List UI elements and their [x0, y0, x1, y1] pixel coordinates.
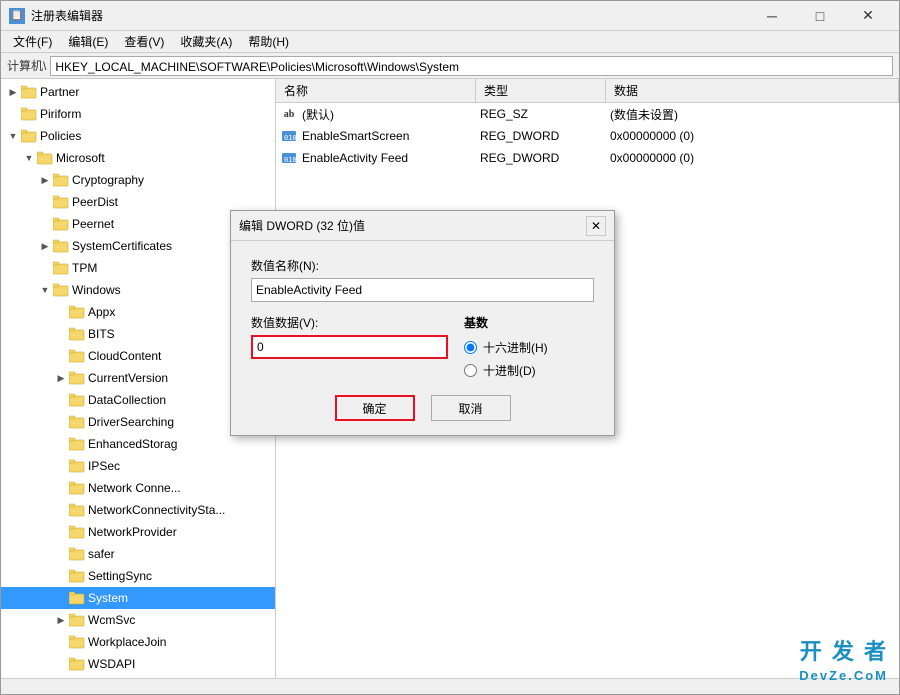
dialog-right-section: 基数 十六进制(H) 十进制(D)	[464, 314, 594, 379]
hex-radio[interactable]	[464, 341, 477, 354]
dec-label: 十进制(D)	[483, 362, 536, 379]
dialog-title-bar: 编辑 DWORD (32 位)值 ✕	[231, 211, 614, 241]
dec-radio-item[interactable]: 十进制(D)	[464, 362, 594, 379]
hex-radio-item[interactable]: 十六进制(H)	[464, 339, 594, 356]
dialog-body: 数值名称(N): 数值数据(V): 基数 十六进制(H)	[231, 241, 614, 435]
dialog-buttons: 确定 取消	[251, 395, 594, 421]
dialog-overlay: 编辑 DWORD (32 位)值 ✕ 数值名称(N): 数值数据(V): 基数 …	[0, 0, 900, 695]
dialog-left-section: 数值数据(V):	[251, 314, 448, 379]
dialog-data-row: 数值数据(V): 基数 十六进制(H) 十进制(D)	[251, 314, 594, 379]
data-input[interactable]	[251, 335, 448, 359]
edit-dword-dialog: 编辑 DWORD (32 位)值 ✕ 数值名称(N): 数值数据(V): 基数 …	[230, 210, 615, 436]
name-label: 数值名称(N):	[251, 257, 594, 274]
dialog-close-button[interactable]: ✕	[586, 216, 606, 236]
cancel-button[interactable]: 取消	[431, 395, 511, 421]
base-radio-group: 十六进制(H) 十进制(D)	[464, 339, 594, 379]
data-label: 数值数据(V):	[251, 314, 448, 331]
confirm-button[interactable]: 确定	[335, 395, 415, 421]
base-label: 基数	[464, 314, 594, 331]
dialog-title: 编辑 DWORD (32 位)值	[239, 217, 586, 234]
hex-label: 十六进制(H)	[483, 339, 548, 356]
dec-radio[interactable]	[464, 364, 477, 377]
name-input[interactable]	[251, 278, 594, 302]
